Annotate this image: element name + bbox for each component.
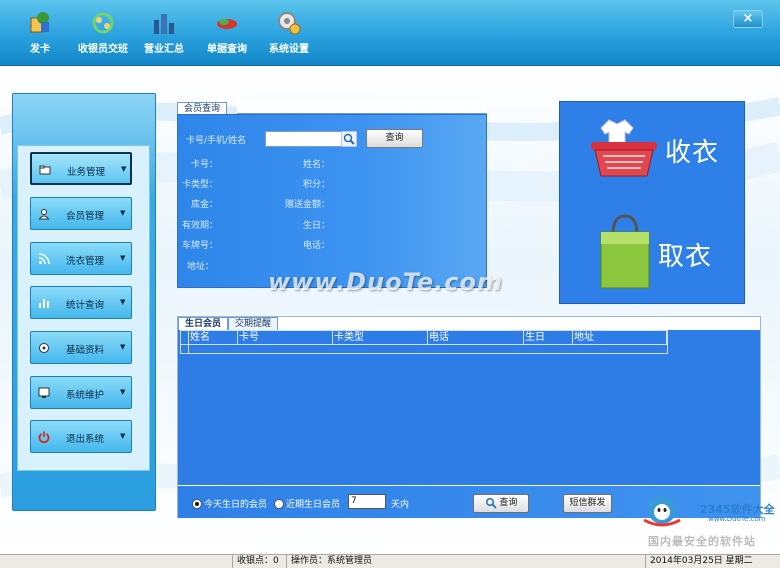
points-label: 积分： <box>302 180 330 190</box>
sidebar-item-statistics[interactable]: 统计查询 ▼ <box>30 286 132 319</box>
sidebar-item-base-data-label: 基础资料 <box>65 345 104 356</box>
settings-gear-icon <box>278 12 301 35</box>
laundry-basket-icon <box>591 119 657 177</box>
status-bar: 收银点：0 操作员：系统管理员 2014年03月25日 星期二 15:58 <box>0 554 780 568</box>
plate-no-label: 车牌号： <box>181 241 218 251</box>
sidebar-item-business-label: 业务管理 <box>66 167 105 178</box>
column-card-type[interactable]: 卡类型 <box>333 331 428 345</box>
pickup-clothes-button[interactable]: 取衣 <box>595 214 735 290</box>
query-button[interactable]: 查询 <box>366 129 423 148</box>
toolbar-card-issue-label: 发卡 <box>30 44 50 55</box>
site-watermark: www.DuoTe.com <box>268 268 503 296</box>
toolbar-settings[interactable]: 系统设置 <box>256 10 322 58</box>
valid-until-label: 有效期： <box>181 221 218 231</box>
receipt-query-icon <box>217 19 237 29</box>
recent-birthday-radio[interactable] <box>274 499 284 509</box>
toolbar-card-issue[interactable]: 发卡 <box>7 10 73 58</box>
receive-clothes-button[interactable]: 收衣 <box>585 112 735 184</box>
chevron-down-icon: ▼ <box>120 298 126 306</box>
column-birthday[interactable]: 生日 <box>524 331 573 345</box>
sidebar-item-laundry-label: 洗衣管理 <box>65 256 104 267</box>
sidebar-item-laundry[interactable]: 洗衣管理 ▼ <box>30 242 132 275</box>
birthday-query-button[interactable]: 查询 <box>473 494 529 513</box>
rss-icon <box>38 253 50 265</box>
birthday-query-label: 查询 <box>499 498 518 508</box>
column-phone[interactable]: 电话 <box>428 331 524 345</box>
grid-empty-row <box>181 345 189 354</box>
sidebar-item-maintenance[interactable]: 系统维护 ▼ <box>30 376 132 409</box>
power-icon <box>38 431 50 443</box>
toolbar-cashier-handover-label: 收银员交班 <box>78 44 128 55</box>
tab-strip <box>237 102 487 114</box>
column-name[interactable]: 姓名 <box>189 331 238 345</box>
bonus-amount-label: 赠送金额： <box>284 200 330 210</box>
operator-status: 操作员：系统管理员 <box>286 555 406 568</box>
grid-header: 姓名 卡号 卡类型 电话 生日 地址 <box>180 330 668 354</box>
name-label: 姓名： <box>302 160 330 170</box>
sidebar-item-exit-label: 退出系统 <box>65 434 104 445</box>
card-issue-icon <box>30 12 49 33</box>
tab-birthday-members[interactable]: 生日会员 <box>178 317 229 330</box>
sms-broadcast-button[interactable]: 短信群发 <box>563 494 612 513</box>
search-label: 卡号/手机/姓名 <box>186 136 247 146</box>
receive-clothes-label: 收衣 <box>665 138 720 168</box>
chevron-down-icon: ▼ <box>120 209 126 217</box>
site-tagline: 国内最安全的软件站 <box>648 535 756 548</box>
user-icon <box>38 209 50 220</box>
chevron-down-icon: ▼ <box>120 343 126 351</box>
datetime-status: 2014年03月25日 星期二 15:58 <box>645 555 780 568</box>
shopping-bag-icon <box>600 214 650 289</box>
chevron-down-icon: ▼ <box>120 254 126 262</box>
close-button[interactable]: × <box>733 10 763 28</box>
card-no-label: 卡号： <box>190 160 218 170</box>
toolbar-business-summary-label: 营业汇总 <box>144 44 184 55</box>
birthday-label: 生日： <box>302 221 330 231</box>
days-unit-label: 天内 <box>391 500 410 510</box>
column-address[interactable]: 地址 <box>573 331 667 345</box>
search-icon <box>485 497 497 509</box>
today-birthday-radio[interactable] <box>192 499 202 509</box>
pickup-clothes-label: 取衣 <box>658 242 713 272</box>
site-url: www.DuoTe.com <box>708 515 766 523</box>
sidebar-item-statistics-label: 统计查询 <box>65 300 104 311</box>
main-toolbar: 发卡 收银员交班 营业汇总 单据查询 系统设置 × <box>0 0 780 66</box>
cashier-handover-icon <box>92 12 114 34</box>
sidebar-item-maintenance-label: 系统维护 <box>65 390 104 401</box>
chevron-down-icon: ▼ <box>120 388 126 396</box>
business-summary-icon <box>154 14 174 34</box>
monitor-icon <box>38 387 50 398</box>
phone-label: 电话： <box>302 241 330 251</box>
tab-due-reminder[interactable]: 交期提醒 <box>228 317 279 330</box>
grid-row-selector <box>181 331 189 345</box>
recent-birthday-label: 近期生日会员 <box>286 500 341 510</box>
folder-icon <box>39 165 51 175</box>
balance-label: 底金： <box>190 200 218 210</box>
bar-chart-icon <box>39 299 49 308</box>
chevron-down-icon: ▼ <box>120 432 126 440</box>
toolbar-cashier-handover[interactable]: 收银员交班 <box>70 10 136 58</box>
chevron-down-icon: ▼ <box>121 165 127 173</box>
sidebar-item-member[interactable]: 会员管理 ▼ <box>30 197 132 230</box>
cash-point-status: 收银点：0 <box>232 555 286 568</box>
toolbar-receipt-query[interactable]: 单据查询 <box>194 10 260 58</box>
sidebar-item-member-label: 会员管理 <box>65 211 104 222</box>
toolbar-receipt-query-label: 单据查询 <box>207 44 247 55</box>
toolbar-business-summary[interactable]: 营业汇总 <box>131 10 197 58</box>
status-empty-segment <box>0 555 232 568</box>
gear-wheel-icon <box>39 343 49 353</box>
sidebar-item-base-data[interactable]: 基础资料 ▼ <box>30 331 132 364</box>
toolbar-settings-label: 系统设置 <box>269 44 309 55</box>
column-card-no[interactable]: 卡号 <box>238 331 333 345</box>
sidebar-item-exit[interactable]: 退出系统 ▼ <box>30 420 132 453</box>
search-icon[interactable] <box>341 131 357 147</box>
today-birthday-label: 今天生日的会员 <box>204 500 268 510</box>
days-input[interactable]: 7 <box>348 494 386 509</box>
sidebar-item-business[interactable]: 业务管理 ▼ <box>30 152 132 185</box>
address-label: 地址： <box>186 262 214 272</box>
card-type-label: 卡类型： <box>181 180 218 190</box>
